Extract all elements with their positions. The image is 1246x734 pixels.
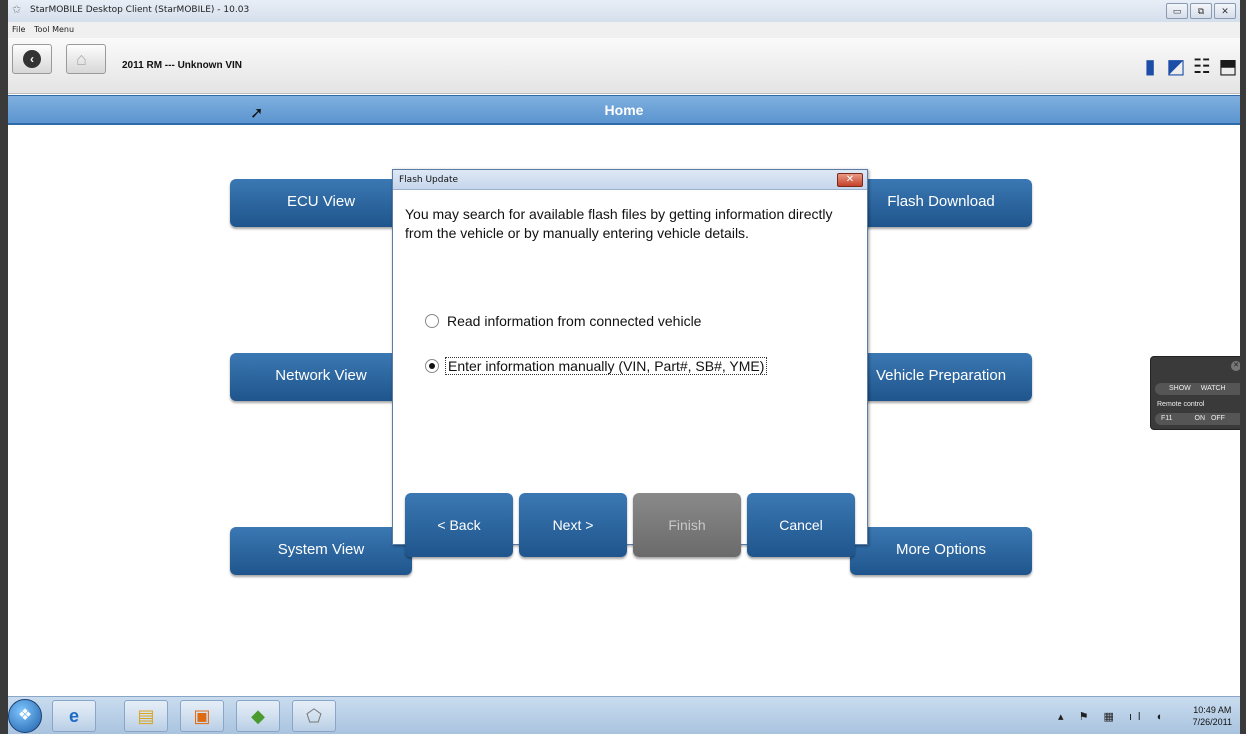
cancel-button[interactable]: Cancel: [747, 493, 855, 557]
off-label: OFF: [1210, 415, 1225, 422]
show-watch-toggle[interactable]: SHOW WATCH: [1155, 383, 1245, 395]
window-controls: ▭ ⧉ ✕: [1166, 3, 1236, 19]
vehicle-info: 2011 RM --- Unknown VIN: [122, 60, 243, 71]
radio-label[interactable]: Enter information manually (VIN, Part#, …: [445, 357, 768, 375]
dialog-titlebar: Flash Update ✕: [393, 170, 867, 190]
radio-button[interactable]: [425, 314, 439, 328]
app-icon[interactable]: ◆: [236, 700, 280, 732]
dialog-close-button[interactable]: ✕: [837, 173, 863, 187]
window-titlebar: ✩ StarMOBILE Desktop Client (StarMOBILE)…: [8, 0, 1240, 22]
minimize-button[interactable]: ▭: [1166, 3, 1188, 19]
more-options-button[interactable]: More Options: [850, 527, 1032, 575]
system-view-button[interactable]: System View: [230, 527, 412, 575]
next-button[interactable]: Next >: [519, 493, 627, 557]
remote-control-toggle[interactable]: F11 ON OFF: [1155, 413, 1245, 425]
system-tray: ▴ ⚑ ▦ ıl ◖ 10:49 AM 7/26/2011: [1058, 701, 1238, 731]
flash-update-dialog: Flash Update ✕ You may search for availa…: [392, 169, 868, 557]
clock-date: 7/26/2011: [1192, 717, 1232, 727]
home-button[interactable]: ⌂: [66, 44, 106, 74]
page-title: Home: [8, 95, 1240, 125]
restore-button[interactable]: ⧉: [1190, 3, 1212, 19]
vehicle-preparation-button[interactable]: Vehicle Preparation: [850, 353, 1032, 401]
flash-download-button[interactable]: Flash Download: [850, 179, 1032, 227]
home-icon: ⌂: [76, 49, 87, 69]
close-window-button[interactable]: ✕: [1214, 3, 1236, 19]
menu-file[interactable]: File: [12, 25, 25, 34]
remote-control-widget[interactable]: ✕ SHOW WATCH Remote control F11 ON OFF: [1150, 356, 1246, 430]
starmobile-icon[interactable]: ⬠: [292, 700, 336, 732]
internet-explorer-icon[interactable]: e: [52, 700, 96, 732]
ecu-view-button[interactable]: ECU View: [230, 179, 412, 227]
clock[interactable]: 10:49 AM 7/26/2011: [1193, 704, 1232, 728]
show-label: SHOW: [1169, 385, 1191, 392]
dialog-message: You may search for available flash files…: [405, 206, 833, 241]
start-button[interactable]: ❖: [8, 699, 42, 733]
radio-label[interactable]: Read information from connected vehicle: [447, 313, 701, 329]
remote-control-label: Remote control: [1157, 401, 1205, 408]
clock-time: 10:49 AM: [1193, 705, 1232, 715]
back-arrow-icon: ‹: [23, 50, 41, 68]
watch-label: WATCH: [1200, 385, 1226, 392]
signal-icon[interactable]: ◩: [1164, 54, 1188, 80]
dialog-title: Flash Update: [399, 175, 459, 185]
mouse-pointer-icon: ➚: [250, 105, 264, 122]
back-wizard-button[interactable]: < Back: [405, 493, 513, 557]
back-button[interactable]: ‹: [12, 44, 52, 74]
network-view-button[interactable]: Network View: [230, 353, 412, 401]
menu-tool-menu[interactable]: Tool Menu: [34, 25, 74, 34]
finish-button: Finish: [633, 493, 741, 557]
connector-icon[interactable]: ⬒: [1216, 54, 1240, 80]
on-label: ON: [1194, 415, 1206, 422]
network-icon[interactable]: ☷: [1190, 54, 1214, 80]
toolbar: ‹ ⌂ 2011 RM --- Unknown VIN ▮ ◩ ☷ ⬒: [8, 38, 1240, 94]
radio-button-selected[interactable]: [425, 359, 439, 373]
menu-bar: File Tool Menu: [8, 22, 1240, 38]
dialog-body: You may search for available flash files…: [393, 191, 867, 557]
status-icons: ▮ ◩ ☷ ⬒: [1138, 54, 1240, 80]
media-player-icon[interactable]: ▣: [180, 700, 224, 732]
app-icon: ✩: [12, 4, 22, 16]
battery-icon[interactable]: ▮: [1138, 54, 1162, 80]
folder-icon[interactable]: ▤: [124, 700, 168, 732]
key-label: F11: [1161, 415, 1173, 422]
widget-close-icon[interactable]: ✕: [1231, 361, 1241, 371]
window-title: StarMOBILE Desktop Client (StarMOBILE) -…: [30, 5, 250, 15]
tray-icons[interactable]: ▴ ⚑ ▦ ıl ◖: [1058, 710, 1168, 723]
taskbar: ❖ e ▤ ▣ ◆ ⬠ ▴ ⚑ ▦ ıl ◖ 10:49 AM 7/26/201…: [0, 696, 1246, 734]
